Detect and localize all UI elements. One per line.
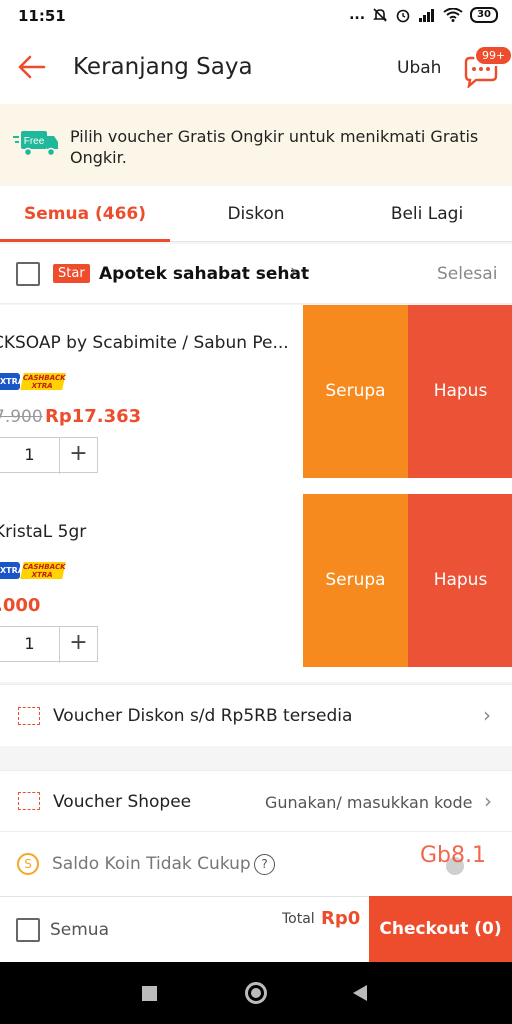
mute-icon bbox=[373, 8, 388, 22]
free-shipping-truck-icon: Free bbox=[13, 131, 58, 157]
shop-checkbox[interactable] bbox=[16, 262, 40, 286]
quantity-stepper: 1 + bbox=[0, 437, 98, 474]
chevron-right-icon: › bbox=[483, 703, 491, 727]
status-bar: 11:51 ... 30 bbox=[0, 0, 512, 34]
star-seller-badge: Star bbox=[53, 264, 90, 283]
back-arrow-icon[interactable] bbox=[16, 51, 48, 83]
cashback-xtra-badge: CASHBACK XTRA bbox=[20, 562, 67, 579]
tab-all[interactable]: Semua (466) bbox=[0, 186, 170, 242]
product-title[interactable]: CKSOAP by Scabimite / Sabun Pe... bbox=[0, 333, 289, 353]
original-price: 7.900 bbox=[0, 407, 43, 427]
free-shipping-banner[interactable]: Free Pilih voucher Gratis Ongkir untuk m… bbox=[0, 104, 512, 184]
shop-header: Star Apotek sahabat sehat › Selesai bbox=[0, 244, 512, 304]
edit-button[interactable]: Ubah bbox=[397, 58, 441, 78]
product-price: .000 bbox=[0, 595, 41, 616]
delete-button[interactable]: Hapus bbox=[408, 305, 512, 478]
app-header: Keranjang Saya Ubah 99+ bbox=[0, 34, 512, 104]
cart-item: CKSOAP by Scabimite / Sabun Pe... XTRA C… bbox=[0, 305, 512, 478]
select-all-label[interactable]: Semua bbox=[50, 920, 109, 940]
cashback-xtra-badge: CASHBACK XTRA bbox=[20, 373, 67, 390]
coin-balance-text: Saldo Koin Tidak Cukup bbox=[52, 854, 251, 874]
shopee-voucher-row[interactable]: Voucher Shopee Gunakan/ masukkan kode › bbox=[0, 770, 512, 832]
similar-button[interactable]: Serupa bbox=[303, 305, 408, 478]
voucher-code-action[interactable]: Gunakan/ masukkan kode bbox=[265, 793, 473, 812]
recents-icon[interactable] bbox=[142, 986, 157, 1001]
voucher-icon bbox=[18, 707, 40, 725]
banner-text: Pilih voucher Gratis Ongkir untuk menikm… bbox=[70, 127, 479, 167]
delete-button[interactable]: Hapus bbox=[408, 494, 512, 667]
total-label: Total bbox=[282, 911, 315, 927]
chevron-right-icon[interactable]: › bbox=[290, 261, 297, 281]
increase-quantity-button[interactable]: + bbox=[60, 627, 97, 663]
similar-button[interactable]: Serupa bbox=[303, 494, 408, 667]
product-title[interactable]: KristaL 5gr bbox=[0, 522, 86, 542]
xtra-badge: XTRA bbox=[0, 562, 24, 579]
increase-quantity-button[interactable]: + bbox=[60, 438, 97, 474]
wifi-icon bbox=[443, 8, 463, 22]
battery-icon: 30 bbox=[470, 7, 498, 23]
select-all-checkbox[interactable] bbox=[16, 918, 40, 942]
status-icons: ... 30 bbox=[349, 7, 498, 23]
quantity-stepper: 1 + bbox=[0, 626, 98, 663]
alarm-icon bbox=[396, 9, 410, 23]
shopee-voucher-label: Voucher Shopee bbox=[53, 792, 192, 812]
voucher-icon bbox=[18, 792, 40, 810]
xtra-badge: XTRA bbox=[0, 373, 24, 390]
system-navigation-bar bbox=[0, 962, 512, 1024]
promo-badges: XTRA CASHBACK XTRA bbox=[0, 373, 67, 390]
shop-voucher-text: Voucher Diskon s/d Rp5RB tersedia bbox=[53, 706, 353, 726]
total-value: Rp0 bbox=[321, 908, 361, 929]
shop-voucher-row[interactable]: Voucher Diskon s/d Rp5RB tersedia › bbox=[0, 684, 512, 746]
product-price: Rp17.363 bbox=[45, 406, 142, 427]
free-label: Free bbox=[24, 136, 45, 147]
notification-dots-icon: ... bbox=[349, 7, 366, 23]
checkout-button[interactable]: Checkout (0) bbox=[369, 896, 512, 962]
home-icon[interactable] bbox=[245, 982, 267, 1004]
status-time: 11:51 bbox=[18, 7, 66, 25]
cart-item: KristaL 5gr XTRA CASHBACK XTRA .000 1 + … bbox=[0, 478, 512, 682]
tab-bar: Semua (466) Diskon Beli Lagi bbox=[0, 186, 512, 242]
chevron-right-icon: › bbox=[484, 789, 492, 813]
help-icon[interactable]: ? bbox=[254, 854, 275, 875]
chat-badge: 99+ bbox=[474, 45, 512, 66]
quantity-value[interactable]: 1 bbox=[0, 438, 60, 474]
active-tab-indicator bbox=[0, 239, 170, 242]
overlay-text: Gb8.1 bbox=[420, 843, 486, 868]
quantity-value[interactable]: 1 bbox=[0, 627, 60, 663]
promo-badges: XTRA CASHBACK XTRA bbox=[0, 562, 67, 579]
page-title: Keranjang Saya bbox=[73, 54, 253, 80]
cell-signal-icon bbox=[419, 9, 435, 22]
back-icon[interactable] bbox=[352, 984, 368, 1002]
done-button[interactable]: Selesai bbox=[437, 264, 497, 284]
coin-icon: S bbox=[17, 853, 39, 875]
tab-buy-again[interactable]: Beli Lagi bbox=[342, 186, 512, 242]
tab-discount[interactable]: Diskon bbox=[171, 186, 341, 242]
shop-name[interactable]: Apotek sahabat sehat bbox=[99, 264, 309, 284]
